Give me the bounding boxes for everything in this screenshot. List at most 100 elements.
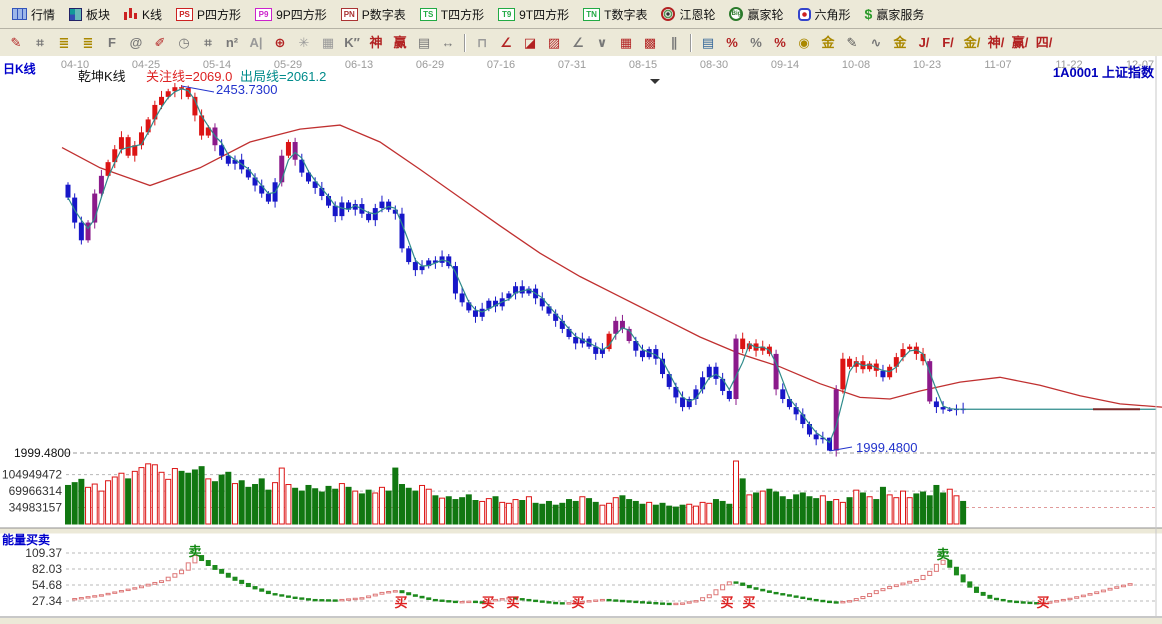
shen-tool-icon[interactable]: 神 bbox=[364, 32, 388, 54]
menu-item-label: T四方形 bbox=[440, 7, 485, 22]
pencil-tool-icon[interactable]: ✎ bbox=[840, 32, 864, 54]
menu-item-9t-square[interactable]: T9 9T四方形 bbox=[492, 4, 577, 25]
gann-circle-icon[interactable]: ⊕ bbox=[268, 32, 292, 54]
svg-text:06-29: 06-29 bbox=[416, 59, 444, 71]
menu-item-label: 板块 bbox=[86, 7, 111, 22]
gann-wheel-icon bbox=[661, 7, 676, 21]
box-select-icon[interactable]: ⊓ bbox=[470, 32, 494, 54]
ying-tool-icon[interactable]: 赢 bbox=[388, 32, 412, 54]
toolbar-separator bbox=[464, 33, 466, 52]
menu-item-kline[interactable]: K线 bbox=[118, 4, 170, 25]
svg-text:27.34: 27.34 bbox=[32, 594, 62, 608]
sectors-icon bbox=[69, 7, 83, 21]
winner-service-icon: $ bbox=[864, 6, 873, 22]
menu-item-p-table[interactable]: PN P数字表 bbox=[335, 4, 414, 25]
9t-square-icon: T9 bbox=[498, 7, 516, 21]
square-wheel-icon[interactable]: ▦ bbox=[316, 32, 340, 54]
shen-angle-icon[interactable]: 神/ bbox=[984, 32, 1008, 54]
menu-item-9p-square[interactable]: P9 9P四方形 bbox=[249, 4, 335, 25]
width-measure-icon[interactable]: ↔ bbox=[436, 32, 460, 54]
svg-text:12-07: 12-07 bbox=[1126, 59, 1154, 71]
kline-icon bbox=[124, 7, 139, 21]
star-wheel-icon[interactable]: ✳ bbox=[292, 32, 316, 54]
red-grid-icon[interactable]: ▦ bbox=[614, 32, 638, 54]
gold-section-icon[interactable]: 金 bbox=[816, 32, 840, 54]
n-square-icon[interactable]: n² bbox=[220, 32, 244, 54]
frame-grid-icon[interactable]: ▩ bbox=[638, 32, 662, 54]
svg-text:04-25: 04-25 bbox=[132, 59, 160, 71]
svg-text:69966314: 69966314 bbox=[9, 484, 63, 498]
k-note-icon[interactable]: K″ bbox=[340, 32, 364, 54]
gold-line-icon[interactable]: 金 bbox=[888, 32, 912, 54]
percent-lines-icon[interactable]: % bbox=[768, 32, 792, 54]
v-line-icon[interactable]: ∨ bbox=[590, 32, 614, 54]
drawing-toolbar: ✎ ⌗ ≣ ≣ F @ ✐ ◷ ⌗ n² A| ⊕ ✳ ▦ K″ 神赢 ▤ ↔ ⊓ ∠ ◪ ▨ ∠ ∨ ▦ ▩ ∥ ▤%%% ◉ 金 ✎ ∿ 金… bbox=[0, 29, 1162, 57]
svg-text:买: 买 bbox=[481, 595, 494, 610]
menu-item-gann-wheel[interactable]: 江恩轮 bbox=[655, 4, 723, 25]
percent-fan-icon[interactable]: % bbox=[720, 32, 744, 54]
svg-text:买: 买 bbox=[742, 595, 755, 610]
percent-tool-icon[interactable]: % bbox=[744, 32, 768, 54]
svg-text:买: 买 bbox=[720, 595, 733, 610]
volume-axis-labels: 104949472 69966314 34983157 bbox=[2, 468, 62, 515]
four-angle-icon[interactable]: 四/ bbox=[1032, 32, 1056, 54]
svg-text:05-14: 05-14 bbox=[203, 59, 231, 71]
gold-grid-1-icon[interactable]: ≣ bbox=[52, 32, 76, 54]
svg-text:07-16: 07-16 bbox=[487, 59, 515, 71]
f-angle-icon[interactable]: F/ bbox=[936, 32, 960, 54]
menu-item-t-table[interactable]: TN T数字表 bbox=[577, 4, 655, 25]
menu-bar: 行情 板块 K线 PS P四方形 P9 9P四方形 PN P数字表 TS T四方形 T9 9T四方形 TN… bbox=[0, 0, 1162, 29]
t-table-icon: TN bbox=[583, 7, 601, 21]
ying-angle-icon[interactable]: 赢/ bbox=[1008, 32, 1032, 54]
menu-item-winner-wheel[interactable]: Big 赢家轮 bbox=[723, 4, 791, 25]
brush-tool-icon[interactable]: ✎ bbox=[4, 32, 28, 54]
marker-tool-icon[interactable]: ✐ bbox=[148, 32, 172, 54]
winner-wheel-icon: Big bbox=[729, 7, 744, 21]
fan-lines-icon[interactable]: ∠ bbox=[494, 32, 518, 54]
wave-band-icon[interactable]: ∿ bbox=[864, 32, 888, 54]
menu-item-label: 赢家服务 bbox=[876, 7, 925, 22]
parallel-lines-icon[interactable]: ∥ bbox=[662, 32, 686, 54]
grid-tool-icon[interactable]: ⌗ bbox=[28, 32, 52, 54]
svg-text:05-29: 05-29 bbox=[274, 59, 302, 71]
gold-circle-icon[interactable]: ◉ bbox=[792, 32, 816, 54]
menu-item-label: 9T四方形 bbox=[519, 7, 570, 22]
menu-item-hexagon[interactable]: 六角形 bbox=[792, 4, 859, 25]
svg-text:买: 买 bbox=[394, 595, 407, 610]
menu-item-winner-service[interactable]: $ 赢家服务 bbox=[859, 4, 933, 25]
volume-profile-icon[interactable]: ▤ bbox=[696, 32, 720, 54]
menu-item-p-square[interactable]: PS P四方形 bbox=[170, 4, 249, 25]
menu-item-label: T数字表 bbox=[604, 7, 648, 22]
trend-angle-icon[interactable]: ∠ bbox=[566, 32, 590, 54]
svg-text:卖: 卖 bbox=[188, 544, 201, 559]
spiral-tool-icon[interactable]: @ bbox=[124, 32, 148, 54]
svg-text:10-23: 10-23 bbox=[913, 59, 941, 71]
menu-item-sectors[interactable]: 板块 bbox=[63, 4, 118, 25]
chart-canvas[interactable]: 04-10 04-25 05-14 05-29 06-13 06-29 07-16 07-31… bbox=[0, 56, 1162, 624]
t-square-icon: TS bbox=[419, 7, 437, 21]
f-grid-icon[interactable]: F bbox=[100, 32, 124, 54]
shade-box-icon[interactable]: ◪ bbox=[518, 32, 542, 54]
p-table-icon: PN bbox=[340, 7, 358, 21]
shade-grid-icon[interactable]: ▨ bbox=[542, 32, 566, 54]
menu-item-t-square[interactable]: TS T四方形 bbox=[414, 4, 492, 25]
toolbar-separator bbox=[690, 33, 692, 52]
svg-text:09-14: 09-14 bbox=[771, 59, 799, 71]
menu-item-label: K线 bbox=[142, 7, 163, 22]
mirror-line-icon[interactable]: A| bbox=[244, 32, 268, 54]
menu-item-label: 六角形 bbox=[814, 7, 851, 22]
svg-text:54.68: 54.68 bbox=[32, 578, 62, 592]
gold-grid-2-icon[interactable]: ≣ bbox=[76, 32, 100, 54]
svg-text:买: 买 bbox=[571, 595, 584, 610]
svg-text:10-08: 10-08 bbox=[842, 59, 870, 71]
number-ruler-icon[interactable]: ▤ bbox=[412, 32, 436, 54]
gold-angle-icon[interactable]: 金/ bbox=[960, 32, 984, 54]
j-angle-icon[interactable]: J/ bbox=[912, 32, 936, 54]
chart-area: 04-10 04-25 05-14 05-29 06-13 06-29 07-16 07-31… bbox=[0, 56, 1162, 624]
price-ruler-icon[interactable]: ⌗ bbox=[196, 32, 220, 54]
svg-text:买: 买 bbox=[1036, 595, 1049, 610]
svg-text:11-22: 11-22 bbox=[1055, 59, 1082, 71]
menu-item-quotes[interactable]: 行情 bbox=[6, 4, 63, 25]
clock-cycle-icon[interactable]: ◷ bbox=[172, 32, 196, 54]
quotes-icon bbox=[12, 8, 27, 20]
